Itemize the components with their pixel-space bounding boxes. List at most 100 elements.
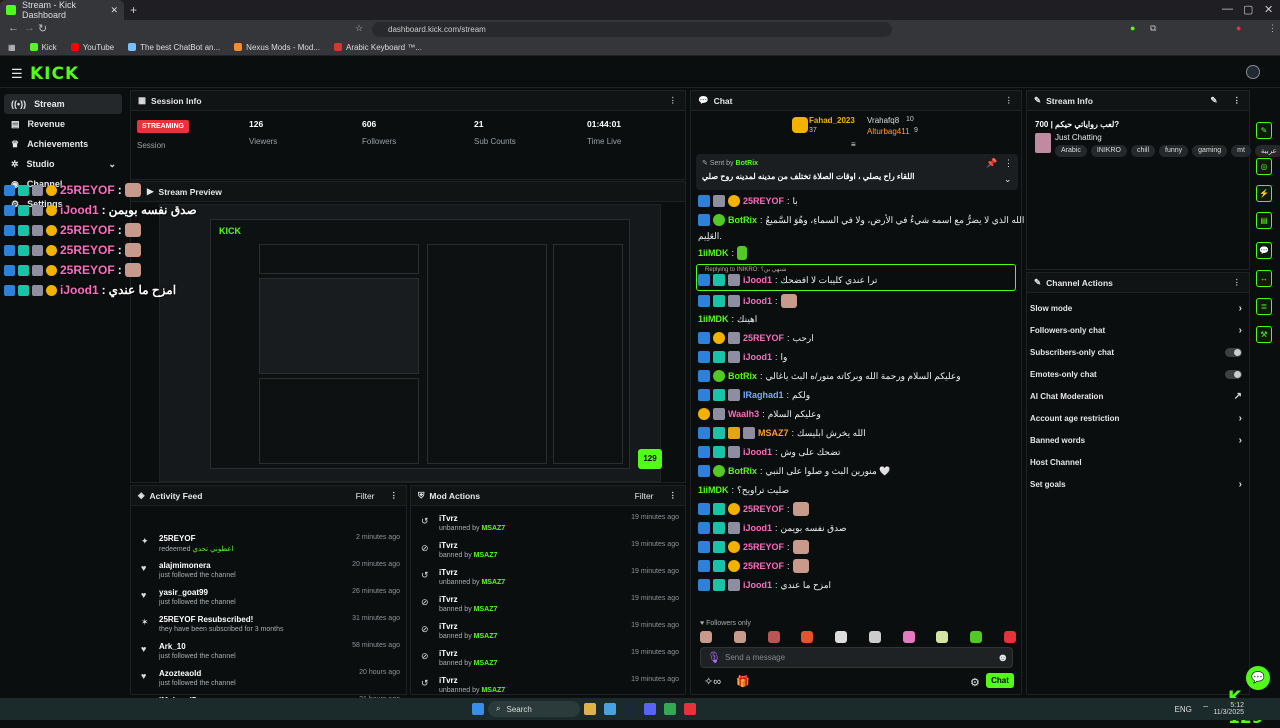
chat-message[interactable]: Waalh3: وعليكم السلام [698,406,821,422]
chat-username[interactable]: BotRix [728,466,757,476]
mod-action-item[interactable]: ↺ iTvrz unbanned by MSAZ7 19 minutes ago [411,510,685,536]
sidebar-item-stream[interactable]: ((•)) Stream [4,94,122,114]
back-icon[interactable]: ← [8,22,19,34]
new-tab-icon[interactable]: + [130,3,137,17]
taskbar-search[interactable]: ⌕ Search [488,701,580,717]
chat-username[interactable]: iJood1 [743,352,772,362]
tag[interactable]: funny [1159,145,1189,157]
chat-username[interactable]: IRaghad1 [743,390,784,400]
chat-username[interactable]: 1iiMDK [698,485,729,495]
bookmark-chatbot[interactable]: The best ChatBot an... [128,43,220,52]
chat-message[interactable]: 1iiMDK: اهينك [698,311,757,327]
rail-chat-icon[interactable]: 💬 [1256,242,1272,259]
chat-message[interactable]: iJood1: تضحك على وش [698,444,840,460]
rail-edit-icon[interactable]: ✎ [1256,122,1272,139]
top-gifter-2-name[interactable]: Vrahafq8 [867,116,899,125]
activity-item[interactable]: ♥ Ark_10 just followed the channel 58 minut… [131,638,406,664]
sidebar-item-studio[interactable]: ✲ Studio ⌄ [4,154,122,174]
chat-username[interactable]: 25REYOF [743,561,784,571]
chat-message[interactable]: 25REYOF: ارحب [698,330,814,346]
channel-action-item[interactable]: Banned words › [1030,432,1242,448]
wifi-icon[interactable]: ⌔ [1202,704,1210,714]
rail-link-icon[interactable]: ↔ [1256,270,1272,287]
emote-6-icon[interactable] [868,631,881,643]
activity-item[interactable]: ♥ alajmimonera just followed the channel 20… [131,557,406,583]
emote-8-icon[interactable] [936,631,949,643]
chat-username[interactable]: iJood1 [743,580,772,590]
mod-action-item[interactable]: ⊘ iTvrz banned by MSAZ7 19 minutes ago [411,591,685,617]
chat-message[interactable]: 25REYOF: [698,501,809,517]
emote-5-icon[interactable] [835,631,848,643]
rail-tool-icon[interactable]: ⚒ [1256,326,1272,343]
activity-item[interactable]: ♥ yasir_goat99 just followed the channel 26… [131,584,406,610]
mod-action-item[interactable]: ↺ iTvrz unbanned by MSAZ7 19 minutes ago [411,672,685,698]
channel-action-item[interactable]: Account age restriction › [1030,410,1242,426]
chevron-down-icon[interactable]: ⌄ [1004,174,1012,185]
tag[interactable]: عربية [1254,145,1280,157]
store-icon[interactable] [604,703,616,715]
chat-username[interactable]: iJood1 [743,447,772,457]
chat-settings-icon[interactable]: ✧∞ [704,675,721,688]
extension-puzzle-icon[interactable]: ⧉ [1150,23,1156,34]
chat-message[interactable]: BotRix: بسم الله الذي لا يضرُّ مع اسمه شي… [698,212,1043,228]
chat-message[interactable]: iJood1: [698,293,797,309]
chat-message[interactable]: 1iiMDK: صليت تراويح؟ [698,482,789,498]
browser-menu-icon[interactable]: ⋮ [1268,23,1277,34]
unpin-icon[interactable]: 📌 [986,158,997,169]
activity-item[interactable]: ✦ 25REYOF redeemed اعطوني تحدي 2 minutes ag… [131,530,406,556]
steam-icon[interactable] [624,703,636,715]
chat-message[interactable]: 25REYOF: [698,539,809,555]
bookmark-kick[interactable]: Kick [29,43,57,52]
emote-3-icon[interactable] [767,631,780,643]
close-tab-icon[interactable]: ✕ [110,5,118,16]
user-avatar[interactable] [1246,65,1260,79]
chat-username[interactable]: 1iiMDK [698,248,729,258]
channel-action-item[interactable]: Host Channel [1030,454,1242,470]
top-gifter-3-name[interactable]: Alturbag411 [867,127,910,136]
tag[interactable]: gaming [1192,145,1228,157]
lang-indicator[interactable]: ENG [1175,705,1192,714]
mod-action-item[interactable]: ⊘ iTvrz banned by MSAZ7 19 minutes ago [411,645,685,671]
emoji-icon[interactable]: ☻ [997,652,1009,664]
bookmark-nexus[interactable]: Nexus Mods - Mod... [234,43,320,52]
tag[interactable]: INIKRO [1090,145,1127,157]
tag[interactable]: chill [1130,145,1156,157]
channel-action-item[interactable]: Emotes-only chat [1030,366,1242,382]
activity-filter-button[interactable]: Filter [356,491,375,501]
more-icon[interactable]: ⋮ [669,95,678,106]
extension-shield-icon[interactable]: ● [1130,23,1135,33]
hamburger-menu-icon[interactable]: ☰ [11,66,23,82]
chat-username[interactable]: BotRix [728,215,757,225]
channel-action-item[interactable]: Followers-only chat › [1030,322,1242,338]
chat-message[interactable]: 1iiMDK: [698,245,748,261]
channel-action-item[interactable]: Slow mode › [1030,300,1242,316]
chat-message[interactable]: MSAZ7: الله يخرش ابليسك [698,425,866,441]
rail-bolt-icon[interactable]: ⚡ [1256,185,1272,202]
browser-tab[interactable]: Stream - Kick Dashboard ✕ [0,0,124,20]
chat-message[interactable]: 25REYOF: با [698,193,798,209]
chat-message[interactable]: IRaghad1: ولكم [698,387,810,403]
rail-list-icon[interactable]: ≣ [1256,298,1272,315]
chat-username[interactable]: 25REYOF [743,196,784,206]
more-icon[interactable]: ⋮ [1233,277,1242,288]
chat-input-box[interactable]: 🎙 Send a message ☻ [700,647,1013,668]
toggle-switch[interactable] [1225,347,1242,357]
mod-action-item[interactable]: ⊘ iTvrz banned by MSAZ7 19 minutes ago [411,618,685,644]
app-icon[interactable] [684,703,696,715]
more-icon[interactable]: ⋮ [1005,95,1014,106]
maximize-icon[interactable]: ▢ [1243,3,1253,16]
kick-logo[interactable]: KICK [30,64,79,84]
chat-username[interactable]: 25REYOF [743,504,784,514]
chrome-icon[interactable] [664,703,676,715]
gift-icon[interactable]: 🎁 [736,675,750,688]
bookmark-icon[interactable]: ☆ [355,23,363,34]
emote-7-icon[interactable] [902,631,915,643]
rail-target-icon[interactable]: ◎ [1256,158,1272,175]
forward-icon[interactable]: → [24,22,35,34]
emote-1-icon[interactable] [700,631,712,643]
window-close-icon[interactable]: ✕ [1264,3,1273,16]
tag[interactable]: Arabic [1055,145,1087,157]
chat-username[interactable]: BotRix [728,371,757,381]
chat-message[interactable]: العَلِيم. [698,228,722,244]
bookmark-youtube[interactable]: YouTube [70,43,114,52]
